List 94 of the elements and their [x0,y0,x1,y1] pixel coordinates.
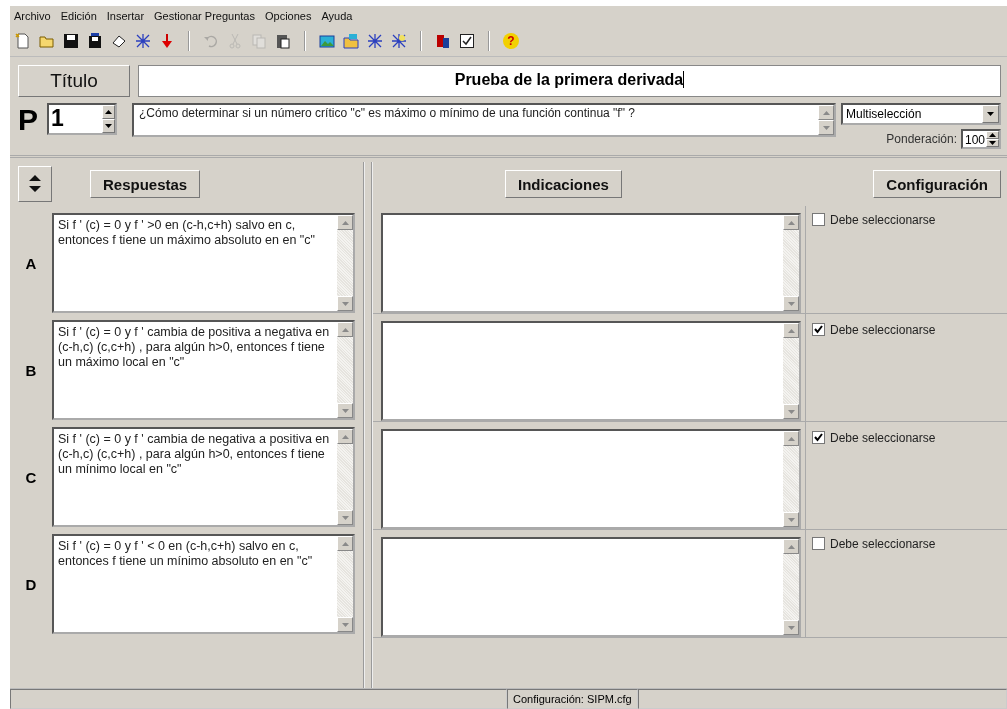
question-field[interactable]: ¿Cómo determinar si un número crítico "c" es máximo o mínimo de una función continua "f" ? [132,103,836,137]
picture-icon [319,33,335,49]
down-arrow-icon [787,517,795,522]
answer-letter: C [24,468,38,486]
up-arrow-icon [787,328,795,333]
reorder-button[interactable] [18,166,52,202]
question-number-spinner[interactable]: 1 [47,103,117,135]
scroll-down-button[interactable] [337,296,353,311]
down-arrow-icon [341,515,349,520]
down-arrow-icon [341,301,349,306]
answer-field[interactable]: Si f ' (c) = 0 y f ' >0 en (c-h,c+h) salvo en c, entonces f tiene un máximo absoluto en en "c" [52,213,355,313]
scroll-down-button[interactable] [337,617,353,632]
spin-down-button[interactable] [986,139,999,147]
down-arrow-icon [989,141,996,145]
undo-icon [203,33,219,49]
scroll-up-button[interactable] [337,536,353,551]
configuration-header-button[interactable]: Configuración [873,170,1001,198]
answer-field[interactable]: Si f ' (c) = 0 y f ' cambia de positiva a negativa en (c-h,c) (c,c+h) , para algún h>0, entonces f tiene un máximo local en "c" [52,320,355,420]
up-arrow-icon [105,110,112,114]
indication-field[interactable] [381,213,801,313]
up-arrow-icon [341,220,349,225]
down-arrow-icon [787,409,795,414]
weight-spinner[interactable]: 100 [961,129,1001,149]
scroll-up-button[interactable] [783,431,799,446]
answer-letter: B [24,361,38,379]
answers-header-button[interactable]: Respuestas [90,170,201,198]
check-icon [459,33,475,49]
save-as-icon [87,33,103,49]
menu-item[interactable]: Archivo [14,10,51,22]
up-arrow-icon [341,541,349,546]
up-arrow-icon [787,220,795,225]
down-arrow-icon [987,112,994,116]
scroll-down-button[interactable] [783,512,799,527]
menu-item[interactable]: Opciones [264,10,312,22]
spin-up-button[interactable] [986,131,999,139]
must-select-checkbox[interactable]: Debe seleccionarse [812,322,936,337]
scroll-down-button[interactable] [337,510,353,525]
title-button[interactable]: Título [18,65,130,97]
scroll-up-button[interactable] [783,539,799,554]
answer-field[interactable]: Si f ' (c) = 0 y f ' < 0 en (c-h,c+h) salvo en c, entonces f tiene un mínimo absoluto en en "c" [52,534,355,634]
folder-icon [343,33,359,49]
copy-icon [251,33,267,49]
dropdown-button[interactable] [982,105,999,123]
question-type-dropdown[interactable]: Multiselección [841,103,1001,125]
answer-letter: D [24,575,38,593]
down-arrow-icon [787,301,795,306]
open-icon [39,33,55,49]
scroll-up-button[interactable] [337,322,353,337]
paste-icon [275,33,291,49]
down-arrow-icon [341,408,349,413]
must-select-checkbox[interactable]: Debe seleccionarse [812,536,936,551]
check-icon [814,433,823,442]
indications-header-button[interactable]: Indicaciones [505,170,622,198]
question-letter: P [18,103,39,137]
scroll-up-button[interactable] [818,105,834,120]
up-arrow-icon [341,434,349,439]
title-field[interactable]: Prueba de la primera derivada [138,65,1001,97]
must-select-checkbox[interactable]: Debe seleccionarse [812,430,936,445]
scroll-up-button[interactable] [783,215,799,230]
up-arrow-icon [787,436,795,441]
down-arrow-icon [822,125,830,130]
scroll-down-button[interactable] [337,403,353,418]
save-icon [63,33,79,49]
down-arrow-icon [341,622,349,627]
menu-item[interactable]: Insertar [106,10,145,22]
status-text: Configuración: SIPM.cfg [507,689,638,709]
scroll-up-button[interactable] [337,215,353,230]
up-arrow-icon [341,327,349,332]
scroll-down-button[interactable] [783,620,799,635]
spin-up-button[interactable] [102,105,115,119]
scroll-up-button[interactable] [783,323,799,338]
down-arrow-icon [105,124,112,128]
menu-item[interactable]: Gestionar Preguntas [154,10,255,22]
menu-item[interactable]: Ayuda [321,10,353,22]
up-arrow-icon [822,110,830,115]
up-arrow-icon [989,133,996,137]
down-icon [159,33,175,49]
indication-field[interactable] [381,537,801,637]
scroll-down-button[interactable] [783,404,799,419]
up-arrow-icon [787,544,795,549]
scroll-down-button[interactable] [818,120,834,135]
weight-label: Ponderación: [886,132,957,146]
scroll-up-button[interactable] [337,429,353,444]
new-icon [15,33,31,49]
must-select-checkbox[interactable]: Debe seleccionarse [812,212,936,227]
answer-field[interactable]: Si f ' (c) = 0 y f ' cambia de negativa a positiva en (c-h,c) (c,c+h) , para algún h>0, entonces f tiene un mínimo local en "c" [52,427,355,527]
menu-item[interactable]: Edición [60,10,97,22]
check-icon [814,325,823,334]
answer-letter: A [24,254,38,272]
indication-field[interactable] [381,321,801,421]
spin-down-button[interactable] [102,119,115,133]
scroll-down-button[interactable] [783,296,799,311]
indication-field[interactable] [381,429,801,529]
down-arrow-icon [787,625,795,630]
